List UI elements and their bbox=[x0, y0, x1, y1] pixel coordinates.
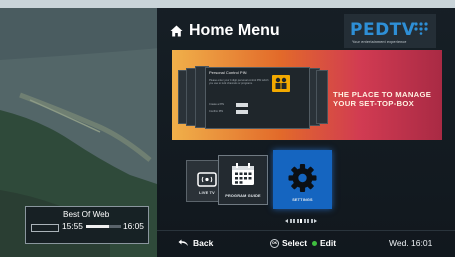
back-button[interactable]: Back bbox=[178, 238, 213, 248]
banner-card-stack bbox=[316, 70, 328, 124]
pager-dot bbox=[307, 218, 309, 223]
pager-dot bbox=[303, 218, 306, 223]
tile-label: PROGRAM GUIDE bbox=[225, 194, 261, 198]
pager-dot bbox=[300, 218, 302, 223]
progress-bar bbox=[86, 225, 121, 228]
channel-logo-chip bbox=[31, 224, 59, 232]
back-label: Back bbox=[193, 238, 214, 248]
progress-fill bbox=[86, 225, 109, 228]
page-title: Home Menu bbox=[189, 22, 280, 39]
chevron-left-icon[interactable] bbox=[285, 218, 288, 223]
ok-button-icon: OK bbox=[270, 238, 279, 248]
home-icon bbox=[170, 25, 183, 37]
chevron-right-icon[interactable] bbox=[314, 218, 317, 223]
top-band bbox=[0, 0, 455, 8]
end-time: 16:05 bbox=[123, 221, 144, 231]
brand-logo: PEDTV bbox=[350, 20, 416, 40]
tile-label: SETTINGS bbox=[292, 198, 313, 202]
now-playing-title: Best Of Web bbox=[63, 210, 110, 219]
banner-field bbox=[236, 110, 248, 114]
menu-header: Home Menu bbox=[170, 22, 280, 40]
banner-field-label: Confirm PIN bbox=[209, 110, 224, 113]
tile-settings[interactable]: SETTINGS bbox=[273, 150, 332, 209]
banner-tagline-line2: YOUR SET-TOP-BOX bbox=[333, 99, 415, 108]
banner-field-label: Create a PIN bbox=[209, 103, 224, 106]
clock: Wed. 16:01 bbox=[389, 238, 433, 248]
edit-hint[interactable]: Edit bbox=[312, 238, 336, 248]
banner-field bbox=[236, 103, 248, 107]
brand-tagline: Your entertainment experience bbox=[352, 40, 407, 44]
banner-tagline-line1: THE PLACE TO MANAGE bbox=[333, 90, 432, 99]
select-hint[interactable]: OK Select bbox=[270, 238, 307, 248]
back-arrow-icon bbox=[178, 239, 188, 246]
banner-tagline: THE PLACE TO MANAGE YOUR SET-TOP-BOX bbox=[333, 90, 437, 108]
green-button-icon bbox=[312, 240, 317, 246]
pager-dot bbox=[293, 218, 295, 223]
pager-dot bbox=[296, 218, 299, 223]
banner-card-text: Please enter your 4 digit personal contr… bbox=[209, 79, 269, 86]
start-time: 15:55 bbox=[62, 221, 83, 231]
banner-preview-card bbox=[205, 67, 310, 129]
pager-dot bbox=[310, 218, 313, 223]
footer-divider bbox=[157, 230, 455, 231]
carousel-pager[interactable] bbox=[285, 218, 318, 223]
tile-program-guide[interactable]: PROGRAM GUIDE bbox=[218, 155, 268, 205]
parental-icon bbox=[272, 75, 290, 92]
edit-label: Edit bbox=[320, 238, 337, 248]
select-label: Select bbox=[282, 238, 308, 248]
pager-dot bbox=[289, 218, 292, 223]
banner-card-title: Personal Control PIN bbox=[209, 70, 247, 75]
brand-dots-icon bbox=[414, 22, 428, 35]
